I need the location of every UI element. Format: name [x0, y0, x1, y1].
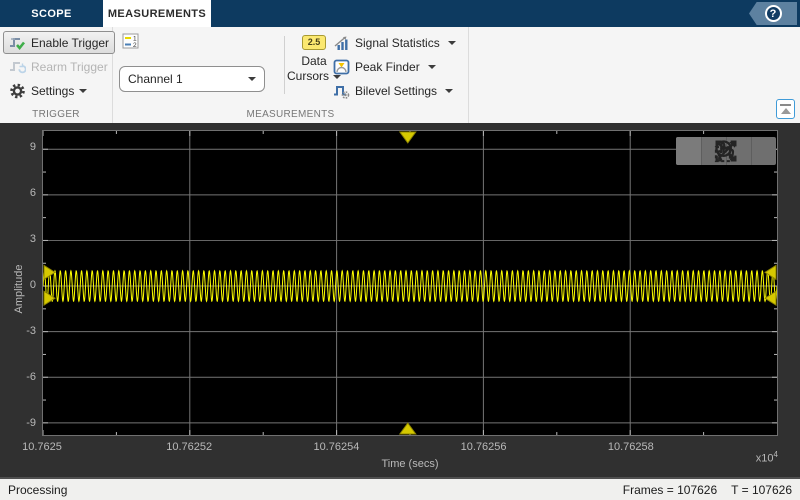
bilevel-settings-label: Bilevel Settings: [355, 84, 437, 98]
peak-finder-icon: [333, 59, 350, 75]
tab-bar: SCOPE MEASUREMENTS ?: [0, 0, 800, 27]
y-tick-label: 0: [0, 279, 36, 291]
collapse-toolstrip-icon: [780, 104, 791, 106]
axes-toolbar: [676, 137, 776, 165]
y-tick-label: 3: [0, 233, 36, 245]
rearm-trigger-label: Rearm Trigger: [31, 60, 108, 74]
plot-axes[interactable]: [42, 130, 778, 436]
question-mark-icon: ?: [765, 5, 782, 22]
chevron-down-icon: [448, 41, 456, 45]
svg-text:2: 2: [133, 42, 137, 49]
enable-trigger-button[interactable]: Enable Trigger: [3, 31, 115, 54]
y-tick-label: 6: [0, 187, 36, 199]
x-tick-label: 10.76256: [461, 441, 507, 453]
peak-finder-label: Peak Finder: [355, 60, 420, 74]
y-tick-label: 9: [0, 141, 36, 153]
channel-select-group: 1 2 Channel 1: [119, 33, 265, 92]
trigger-settings-button[interactable]: Settings: [3, 79, 115, 102]
x-tick-label: 10.76254: [313, 441, 359, 453]
scope-display: Amplitude: [0, 123, 800, 477]
peak-finder-button[interactable]: Peak Finder: [327, 55, 462, 78]
data-cursors-label-line2: Cursors: [287, 69, 329, 84]
measurement-tools-column: Signal Statistics Peak Finder: [327, 31, 462, 102]
toolstrip-divider: [284, 36, 285, 94]
chevron-down-icon: [79, 89, 87, 93]
waveform-plot: [43, 131, 777, 435]
trigger-section: Enable Trigger Rearm Trigger Settin: [0, 27, 113, 123]
triangle-up-icon: [781, 108, 791, 114]
y-tick-label: -3: [0, 325, 36, 337]
x-tick-label: 10.76252: [166, 441, 212, 453]
bilevel-settings-icon: [333, 83, 350, 99]
trigger-marker-icon[interactable]: [765, 291, 776, 305]
fit-to-view-button[interactable]: [751, 137, 776, 165]
signal-statistics-label: Signal Statistics: [355, 36, 440, 50]
trigger-marker-icon[interactable]: [400, 132, 416, 143]
y-tick-label: -6: [0, 371, 36, 383]
x-axis-label: Time (secs): [42, 458, 778, 470]
channel-dropdown[interactable]: Channel 1: [119, 66, 265, 92]
measurements-section-label: MEASUREMENTS: [113, 109, 468, 120]
data-cursors-label-line1: Data: [301, 54, 326, 69]
channel-legend-icon: 1 2: [122, 33, 140, 50]
trigger-settings-label: Settings: [31, 84, 74, 98]
tab-measurements[interactable]: MEASUREMENTS: [103, 0, 211, 27]
x-axis-multiplier: x104: [756, 450, 778, 465]
gear-icon: [9, 83, 26, 99]
chevron-down-icon: [248, 77, 256, 81]
chevron-down-icon: [428, 65, 436, 69]
x-tick-label: 10.76258: [608, 441, 654, 453]
rearm-trigger-button[interactable]: Rearm Trigger: [3, 55, 115, 78]
scope-window: SCOPE MEASUREMENTS ? Enable Trigger: [0, 0, 800, 500]
x-tick-label: 10.7625: [22, 441, 62, 453]
help-button[interactable]: ?: [749, 2, 797, 25]
trigger-enable-icon: [9, 35, 26, 51]
measurements-section: 1 2 Channel 1 2.5 Data Cursors: [113, 27, 469, 123]
frames-counter: Frames = 107626: [623, 483, 717, 497]
status-bar: Processing Frames = 107626 T = 107626: [0, 477, 800, 500]
time-counter: T = 107626: [731, 483, 792, 497]
channel-dropdown-value: Channel 1: [128, 72, 183, 86]
tab-scope[interactable]: SCOPE: [0, 0, 103, 27]
fit-to-view-icon: [676, 137, 776, 165]
trigger-marker-icon[interactable]: [44, 265, 55, 279]
chevron-down-icon: [445, 89, 453, 93]
signal-statistics-icon: [333, 35, 350, 51]
enable-trigger-label: Enable Trigger: [31, 36, 109, 50]
trigger-rearm-icon: [9, 59, 26, 75]
trigger-marker-icon[interactable]: [400, 423, 416, 434]
y-tick-label: -9: [0, 417, 36, 429]
signal-statistics-button[interactable]: Signal Statistics: [327, 31, 462, 54]
collapse-toolstrip-button[interactable]: [776, 99, 795, 119]
status-text: Processing: [8, 483, 67, 497]
bilevel-settings-button[interactable]: Bilevel Settings: [327, 79, 462, 102]
trigger-section-label: TRIGGER: [0, 109, 112, 120]
toolstrip: Enable Trigger Rearm Trigger Settin: [0, 27, 800, 123]
data-cursor-icon: 2.5: [302, 35, 326, 50]
